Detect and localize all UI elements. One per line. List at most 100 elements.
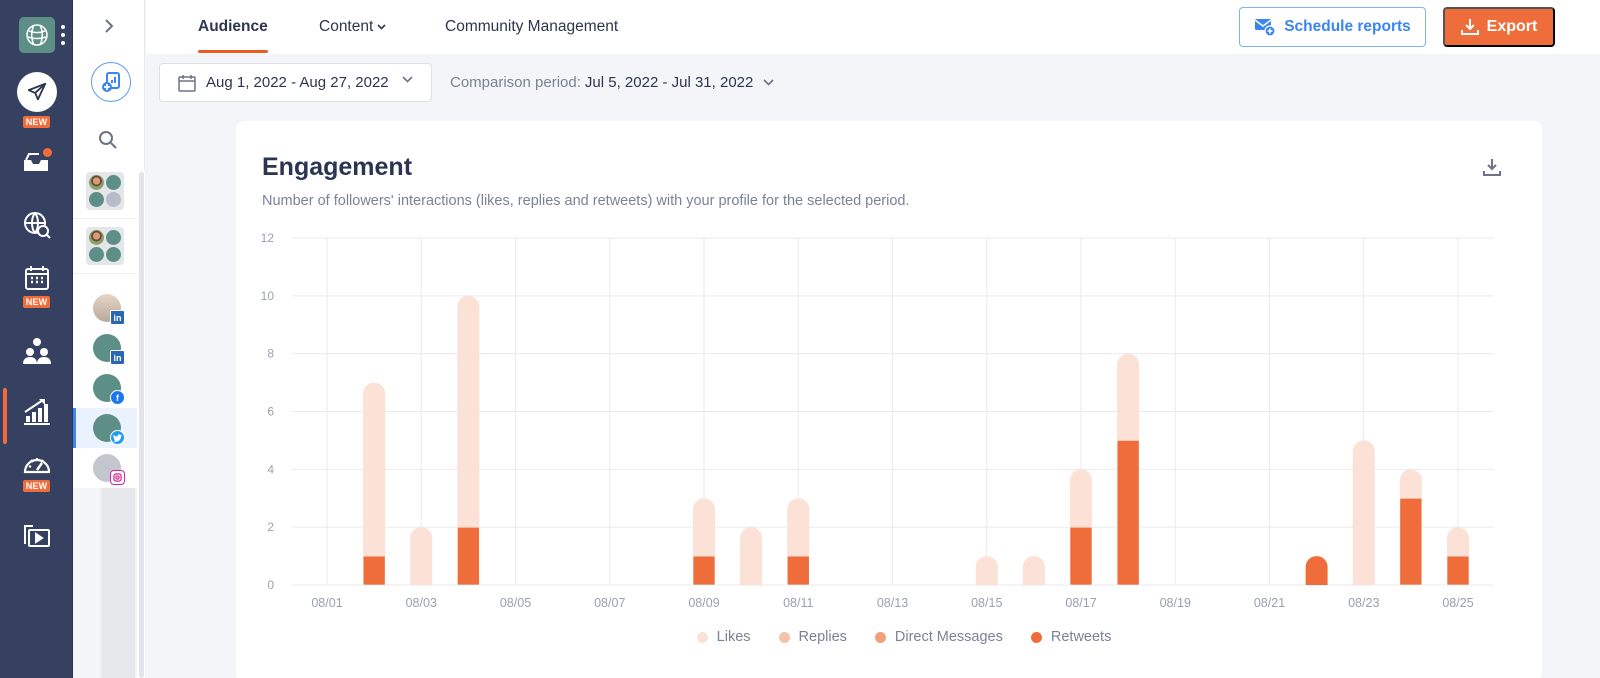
x-tick-label: 08/05 xyxy=(500,596,531,610)
add-report-icon xyxy=(102,72,120,92)
chart-legend: Likes Replies Direct Messages Retweets xyxy=(236,629,1542,645)
legend-dot xyxy=(696,631,708,643)
schedule-reports-button[interactable]: Schedule reports xyxy=(1239,7,1426,47)
chevron-down-icon xyxy=(402,74,413,86)
linkedin-icon: in xyxy=(110,350,125,365)
bar-likes xyxy=(410,527,433,585)
date-range-picker[interactable]: Aug 1, 2022 - Aug 27, 2022 xyxy=(159,63,432,102)
y-tick-label: 4 xyxy=(267,462,274,476)
bar-likes xyxy=(740,527,763,585)
group-avatar xyxy=(106,192,121,207)
rail-item-audience[interactable] xyxy=(0,336,73,366)
group-avatar xyxy=(89,192,104,207)
x-tick-label: 08/25 xyxy=(1442,596,1473,610)
twitter-icon xyxy=(110,430,125,445)
bar-likes xyxy=(457,295,480,528)
brand-logo-icon[interactable] xyxy=(19,17,55,53)
bar-likes xyxy=(1447,527,1469,557)
y-tick-label: 12 xyxy=(261,231,275,245)
globe-search-icon xyxy=(23,212,51,239)
legend-dot xyxy=(778,631,790,643)
date-range-value: Aug 1, 2022 - Aug 27, 2022 xyxy=(206,74,389,91)
inbox-icon xyxy=(22,148,52,176)
group-avatar xyxy=(89,175,104,190)
rail-item-listening[interactable] xyxy=(0,210,73,240)
tab-community-management[interactable]: Community Management xyxy=(445,0,618,54)
bar-likes xyxy=(1022,556,1045,585)
main-nav-rail: NEW NEW NEW xyxy=(0,0,73,678)
profile-group-1[interactable] xyxy=(86,172,124,210)
profile-facebook[interactable]: f xyxy=(73,368,137,408)
bar-likes xyxy=(1070,469,1092,528)
comparison-period-picker[interactable]: Comparison period: Jul 5, 2022 - Jul 31,… xyxy=(450,63,774,102)
tab-audience[interactable]: Audience xyxy=(198,0,268,54)
profile-group-2[interactable] xyxy=(86,227,124,265)
rail-item-dashboard[interactable]: NEW xyxy=(0,452,73,492)
bar-retweets xyxy=(1399,497,1423,586)
export-button[interactable]: Export xyxy=(1443,7,1555,47)
bar-retweets xyxy=(1305,556,1328,585)
x-tick-label: 08/23 xyxy=(1348,596,1379,610)
bar-likes xyxy=(787,498,810,557)
profile-linkedin-1[interactable]: in xyxy=(73,288,137,328)
group-avatar xyxy=(89,230,104,245)
legend-item-likes[interactable]: Likes xyxy=(696,629,751,645)
avatar: in xyxy=(93,294,125,325)
rail-item-analytics[interactable] xyxy=(0,396,73,426)
bar-likes xyxy=(1117,353,1140,441)
speedometer-icon xyxy=(23,458,50,474)
app-root: NEW NEW NEW in in f Audience Content Com… xyxy=(0,0,1600,678)
sidebar-empty-area xyxy=(73,488,137,678)
profile-linkedin-2[interactable]: in xyxy=(73,328,137,368)
add-report-button[interactable] xyxy=(91,62,131,102)
engagement-card: Engagement Number of followers' interact… xyxy=(236,121,1542,678)
tab-label: Content xyxy=(319,18,374,35)
tab-label: Audience xyxy=(198,18,268,35)
legend-dot xyxy=(1030,631,1042,643)
users-icon xyxy=(22,338,51,364)
schedule-reports-label: Schedule reports xyxy=(1284,18,1411,35)
legend-label: Likes xyxy=(716,629,751,645)
profile-twitter[interactable] xyxy=(73,408,137,448)
chevron-right-icon[interactable] xyxy=(99,14,119,38)
mail-add-icon xyxy=(1254,19,1276,37)
divider xyxy=(73,273,137,274)
bar-retweets xyxy=(786,555,810,586)
scrollbar-thumb[interactable] xyxy=(139,172,144,678)
new-badge: NEW xyxy=(22,296,51,308)
legend-label: Replies xyxy=(798,629,847,645)
y-tick-label: 8 xyxy=(267,347,274,361)
bar-retweets xyxy=(457,526,480,586)
bar-retweets xyxy=(362,555,386,586)
rail-item-media-library[interactable] xyxy=(0,522,73,550)
bar-likes xyxy=(1352,440,1375,585)
paper-plane-icon xyxy=(16,72,57,112)
legend-item-retweets[interactable]: Retweets xyxy=(1030,629,1112,645)
x-tick-label: 08/21 xyxy=(1254,596,1285,610)
bar-retweets xyxy=(1116,440,1140,586)
calendar-icon xyxy=(178,74,196,92)
profile-instagram[interactable] xyxy=(73,448,137,488)
y-tick-label: 10 xyxy=(261,289,275,303)
tab-content[interactable]: Content xyxy=(319,0,386,54)
bar-retweets xyxy=(1069,526,1093,586)
x-tick-label: 08/15 xyxy=(971,596,1002,610)
rail-item-publish[interactable]: NEW xyxy=(0,72,73,128)
y-tick-label: 6 xyxy=(267,405,274,419)
x-tick-label: 08/11 xyxy=(783,596,813,610)
tab-label: Community Management xyxy=(445,18,619,35)
search-icon[interactable] xyxy=(98,130,118,150)
legend-item-direct-messages[interactable]: Direct Messages xyxy=(874,629,1003,645)
export-label: Export xyxy=(1486,18,1538,35)
avatar xyxy=(93,454,125,485)
legend-item-replies[interactable]: Replies xyxy=(778,629,847,645)
calendar-icon xyxy=(24,266,49,290)
instagram-icon xyxy=(110,470,125,485)
rail-item-calendar[interactable]: NEW xyxy=(0,264,73,308)
legend-label: Retweets xyxy=(1050,629,1112,645)
x-tick-label: 08/01 xyxy=(311,596,342,610)
y-tick-label: 0 xyxy=(267,578,274,592)
rail-item-inbox[interactable] xyxy=(0,148,73,176)
more-options-icon[interactable] xyxy=(60,25,66,45)
x-tick-label: 08/19 xyxy=(1160,596,1191,610)
